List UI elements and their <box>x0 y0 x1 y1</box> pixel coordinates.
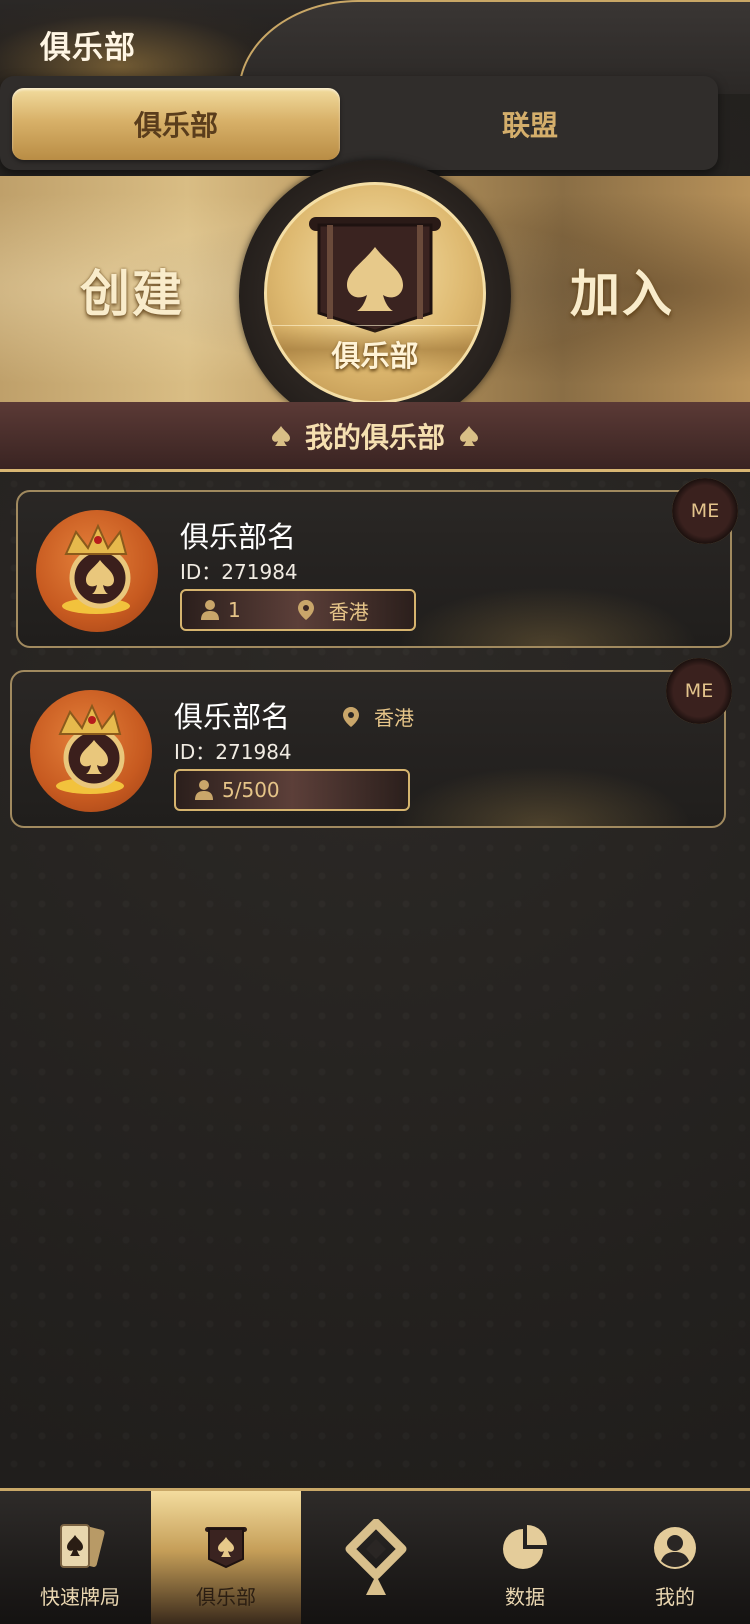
brand-logo-icon <box>345 1519 407 1595</box>
crown-chip-icon <box>62 523 131 614</box>
pie-chart-icon <box>503 1525 547 1569</box>
club-avatar <box>30 690 152 812</box>
owner-me-badge: ME <box>672 478 738 544</box>
segmented-tabs: 俱乐部 联盟 <box>0 76 718 170</box>
spade-icon <box>460 425 478 446</box>
nav-label: 快速牌局 <box>40 1585 120 1609</box>
club-card[interactable]: 俱乐部名 香港 ID：271984 5/500 ME <box>10 658 732 828</box>
tab-club[interactable]: 俱乐部 <box>12 88 340 160</box>
club-name: 俱乐部名 <box>180 520 297 554</box>
club-banner-icon <box>205 1527 247 1569</box>
location-pin-icon <box>297 600 314 620</box>
nav-label: 我的 <box>655 1585 695 1609</box>
club-id: ID：271984 <box>180 560 298 584</box>
user-icon <box>654 1527 696 1569</box>
club-info-pill: 5/500 <box>174 769 410 811</box>
my-clubs-header: 我的俱乐部 <box>0 402 750 472</box>
owner-me-badge: ME <box>666 658 732 724</box>
cards-icon <box>60 1524 105 1568</box>
nav-mine[interactable]: 我的 <box>600 1491 750 1624</box>
join-club-button[interactable]: 加入 <box>570 254 674 326</box>
create-club-button[interactable]: 创建 <box>80 254 184 326</box>
nav-quick-game[interactable]: 快速牌局 <box>5 1491 155 1624</box>
my-clubs-title: 我的俱乐部 <box>304 420 445 454</box>
member-icon <box>201 600 219 620</box>
tab-alliance[interactable]: 联盟 <box>366 88 694 160</box>
club-id: ID：271984 <box>174 740 292 764</box>
club-info-pill: 1 香港 <box>180 589 416 631</box>
nav-label: 数据 <box>505 1585 545 1609</box>
crown-chip-icon <box>56 703 125 794</box>
club-avatar <box>36 510 158 632</box>
bottom-nav: 快速牌局 俱乐部 数据 我的 <box>0 1488 750 1624</box>
club-location-inline: 香港 <box>342 702 414 731</box>
nav-data[interactable]: 数据 <box>450 1491 600 1624</box>
nav-label: 俱乐部 <box>196 1585 256 1609</box>
member-icon <box>195 780 213 800</box>
club-location: 香港 <box>374 706 414 730</box>
spade-icon <box>271 425 290 446</box>
member-count: 5/500 <box>222 778 280 802</box>
nav-club[interactable]: 俱乐部 <box>151 1491 301 1624</box>
member-count: 1 <box>228 598 241 622</box>
nav-home-logo[interactable] <box>301 1491 451 1624</box>
club-medal-label: 俱乐部 <box>331 339 419 373</box>
club-name: 俱乐部名 <box>174 700 291 734</box>
location-pin-icon <box>343 706 359 727</box>
page-title: 俱乐部 <box>40 30 136 66</box>
club-medal[interactable]: 俱乐部 <box>264 182 486 404</box>
club-card[interactable]: 俱乐部名 ID：271984 1 香港 ME <box>16 478 738 648</box>
club-location: 香港 <box>328 599 369 624</box>
